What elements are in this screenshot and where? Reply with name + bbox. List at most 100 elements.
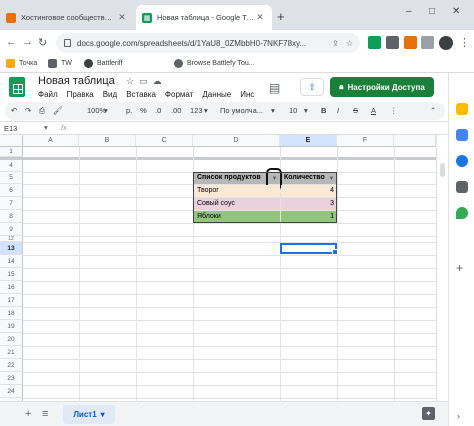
keep-icon[interactable] <box>456 103 468 115</box>
meet-present-button[interactable]: ⇧ <box>300 78 324 96</box>
menu-format[interactable]: Формат <box>165 90 193 99</box>
star-icon[interactable]: ☆ <box>126 76 139 86</box>
bookmark-item[interactable]: Battleriff <box>84 59 123 68</box>
font-size-select[interactable]: 10 <box>289 106 297 115</box>
browser-tab[interactable]: Хостинговое сообщество «Tim ✕ <box>0 5 134 30</box>
comment-history-icon[interactable]: ▤ <box>269 81 280 95</box>
more-options-icon[interactable]: ⋮ <box>390 106 398 115</box>
decrease-decimals-button[interactable]: .0 <box>155 106 161 115</box>
text-color-button[interactable]: A <box>371 106 376 115</box>
bookmark-item[interactable]: Точка <box>6 59 37 68</box>
tasks-icon[interactable] <box>456 155 468 167</box>
chevron-down-icon[interactable]: ▾ <box>44 123 48 132</box>
maximize-button[interactable]: □ <box>429 6 435 17</box>
bookmark-item[interactable]: Browse Battlefy Tou... <box>174 59 255 68</box>
row-header[interactable]: 14 <box>0 255 23 268</box>
row-header[interactable]: 1 <box>0 147 23 157</box>
filter-icon[interactable]: ▼ <box>327 175 336 183</box>
row-header[interactable]: 19 <box>0 320 23 333</box>
row-header[interactable]: 22 <box>0 359 23 372</box>
redo-icon[interactable]: ↷ <box>25 106 31 115</box>
row-header[interactable]: 7 <box>0 197 23 210</box>
close-icon[interactable]: ✕ <box>116 12 128 23</box>
column-header[interactable]: A <box>23 135 79 147</box>
add-addon-icon[interactable]: + <box>456 261 463 275</box>
table-cell[interactable]: 1 <box>281 211 337 223</box>
table-cell[interactable]: 4 <box>281 185 337 197</box>
spreadsheet-grid[interactable]: A B C D E F 1 4 5 6 7 8 9 12 13 14 15 16… <box>0 135 436 401</box>
sheets-logo-icon[interactable] <box>9 77 25 97</box>
row-header[interactable]: 8 <box>0 210 23 223</box>
menu-view[interactable]: Вид <box>103 90 117 99</box>
explore-icon[interactable]: ✦ <box>422 407 435 420</box>
table-cell[interactable]: Совый соус <box>194 198 280 210</box>
extension-icon[interactable] <box>386 36 399 49</box>
row-header[interactable]: 23 <box>0 372 23 385</box>
row-header[interactable]: 21 <box>0 346 23 359</box>
bookmark-item[interactable]: TW <box>48 59 72 68</box>
menu-data[interactable]: Данные <box>202 90 231 99</box>
menu-tools[interactable]: Инс <box>240 90 254 99</box>
row-header[interactable]: 5 <box>0 172 23 184</box>
row-header[interactable]: 9 <box>0 223 23 236</box>
table-cell[interactable]: Яблоки <box>194 211 280 223</box>
all-sheets-menu-icon[interactable]: ≡ <box>42 408 48 420</box>
row-header[interactable]: 20 <box>0 333 23 346</box>
selected-cell-e13[interactable] <box>280 243 338 255</box>
name-box[interactable]: E13 <box>4 124 17 133</box>
percent-format-button[interactable]: % <box>140 106 147 115</box>
browser-tab-active[interactable]: ▦ Новая таблица - Google Табли ✕ <box>136 5 272 30</box>
chevron-up-icon[interactable]: ⌃ <box>430 106 436 115</box>
row-header[interactable]: 6 <box>0 184 23 197</box>
extension-icon[interactable] <box>404 36 417 49</box>
column-header[interactable]: C <box>136 135 193 147</box>
number-format-select[interactable]: 123 <box>190 106 203 115</box>
vertical-scrollbar[interactable] <box>436 135 448 401</box>
share-button[interactable]: 🔒︎ Настройки Доступа <box>330 77 434 97</box>
reload-icon[interactable]: ↻ <box>38 36 47 49</box>
bookmark-star-icon[interactable]: ☆ <box>346 39 353 48</box>
row-header[interactable]: 16 <box>0 281 23 294</box>
column-header[interactable] <box>394 135 436 147</box>
row-header-selected[interactable]: 13 <box>0 242 23 255</box>
column-header[interactable]: D <box>193 135 280 147</box>
back-icon[interactable]: ← <box>6 36 17 48</box>
extension-icon[interactable] <box>368 36 381 49</box>
row-header[interactable]: 4 <box>0 160 23 172</box>
maps-icon[interactable] <box>456 207 468 219</box>
share-page-icon[interactable]: ⇪ <box>332 39 339 48</box>
paint-format-icon[interactable]: 🖌︎ <box>53 106 63 115</box>
sheet-tab-active[interactable]: Лист1 ▾ <box>63 405 115 424</box>
profile-avatar[interactable] <box>439 36 453 50</box>
bold-button[interactable]: B <box>321 106 326 115</box>
new-tab-button[interactable]: + <box>277 9 285 24</box>
font-family-select[interactable]: По умолча... <box>220 106 263 115</box>
row-header[interactable]: 18 <box>0 307 23 320</box>
column-header-selected[interactable]: E <box>280 135 337 147</box>
calendar-icon[interactable] <box>456 129 468 141</box>
row-header[interactable]: 15 <box>0 268 23 281</box>
close-icon[interactable]: ✕ <box>254 12 266 23</box>
increase-decimals-button[interactable]: .00 <box>171 106 181 115</box>
document-title[interactable]: Новая таблица <box>38 75 115 87</box>
add-sheet-icon[interactable]: + <box>25 408 31 420</box>
row-header[interactable]: 17 <box>0 294 23 307</box>
currency-format-button[interactable]: р. <box>126 106 132 115</box>
extensions-puzzle-icon[interactable] <box>421 36 434 49</box>
column-header[interactable]: B <box>79 135 136 147</box>
kebab-menu-icon[interactable]: ⋮ <box>459 36 470 49</box>
url-input[interactable]: docs.google.com/spreadsheets/d/1YaU8_0ZM… <box>56 33 360 53</box>
freeze-divider[interactable] <box>0 157 436 160</box>
window-close-button[interactable]: ✕ <box>452 6 460 17</box>
select-all-corner[interactable] <box>0 135 23 147</box>
table-cell[interactable]: Творог <box>194 185 280 197</box>
strikethrough-button[interactable]: S <box>353 106 358 115</box>
undo-icon[interactable]: ↶ <box>11 106 17 115</box>
chevron-down-icon[interactable]: ▾ <box>101 410 105 419</box>
menu-file[interactable]: Файл <box>38 90 58 99</box>
column-header[interactable]: F <box>337 135 394 147</box>
row-header[interactable]: 24 <box>0 385 23 398</box>
chevron-right-icon[interactable]: › <box>457 411 460 421</box>
print-icon[interactable]: ⎙ <box>39 106 45 116</box>
forward-icon[interactable]: → <box>22 36 33 48</box>
